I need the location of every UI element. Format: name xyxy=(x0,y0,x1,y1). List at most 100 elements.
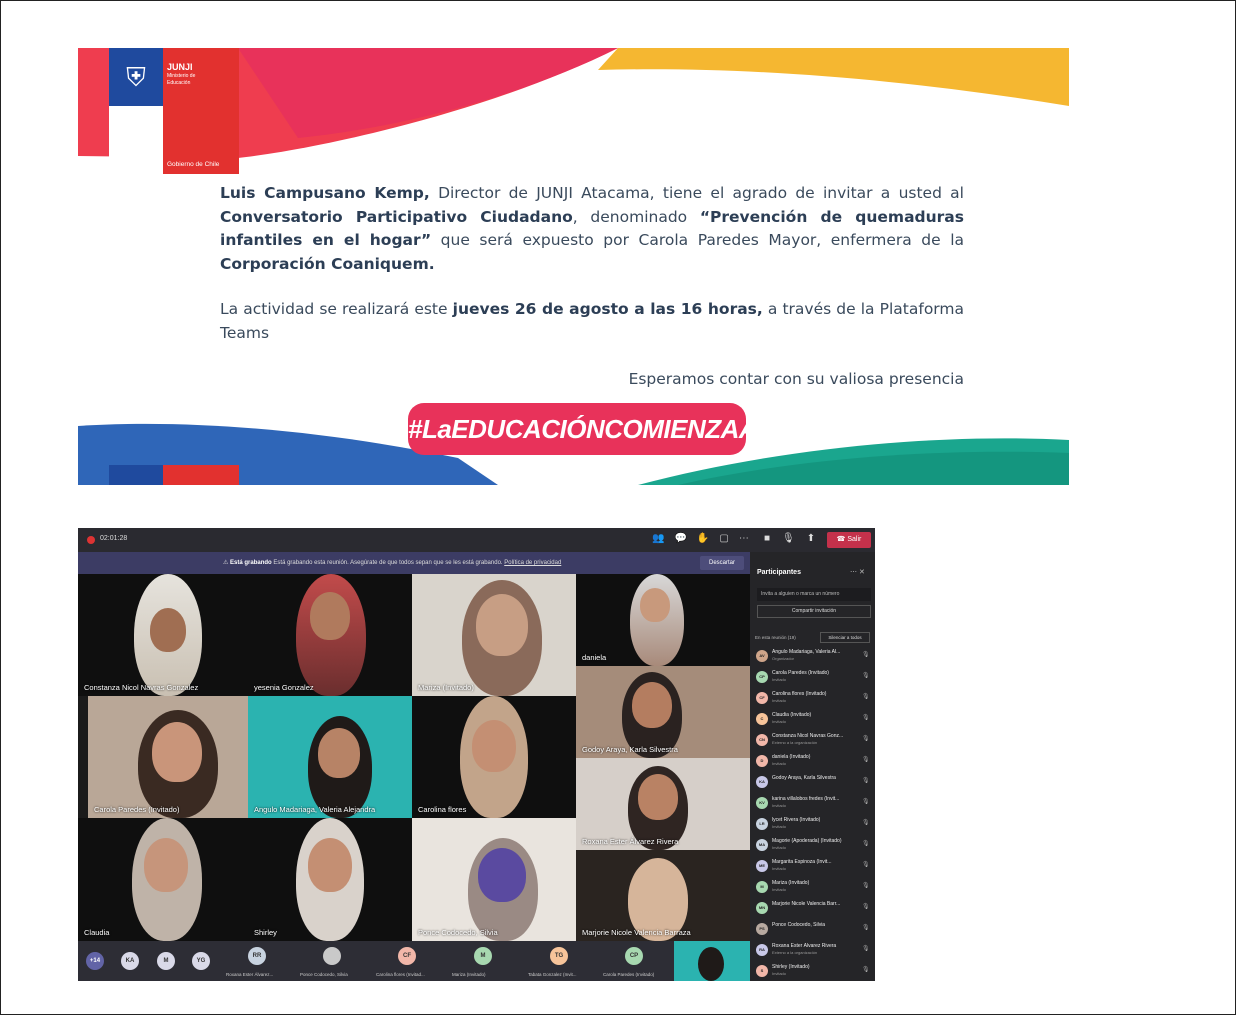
participant-name: Carola Paredes (Invitado) xyxy=(772,670,829,676)
participants-icon[interactable]: 👥 xyxy=(652,533,664,544)
participant-row[interactable]: C Claudia (Invitado) Invitado 🎙 xyxy=(756,711,872,731)
participant-avatar: MA xyxy=(756,839,768,851)
video-tile[interactable]: Carola Paredes (Invitado) xyxy=(88,696,248,818)
share-invite-button[interactable]: Compartir invitación xyxy=(757,605,871,618)
tile-name: daniela xyxy=(582,653,607,662)
participant-avatar[interactable]: CF xyxy=(398,947,416,965)
discard-button[interactable]: Descartar xyxy=(700,556,744,570)
mic-icon[interactable]: 🎙 xyxy=(862,903,870,910)
video-tile[interactable]: Claudia xyxy=(78,818,248,941)
mic-icon[interactable]: 🎙 xyxy=(862,777,870,784)
participant-row[interactable]: KV karina villalobos fredes (Invit... Invi… xyxy=(756,795,872,815)
video-tile[interactable]: Mariza (Invitado) xyxy=(412,574,576,696)
video-tile[interactable]: Carolina flores xyxy=(412,696,576,818)
logo-government: Gobierno de Chile xyxy=(167,161,220,168)
more-options-icon[interactable]: ⋯ xyxy=(739,533,749,544)
mic-icon[interactable]: 🎙 xyxy=(862,861,870,868)
video-tile[interactable]: Godoy Araya, Karla Silvestra xyxy=(576,666,750,758)
participant-role: Invitado xyxy=(772,845,787,850)
participant-row[interactable]: Ddaniela (Invitado) Invitado 🎙 xyxy=(756,753,872,773)
tile-name: Shirley xyxy=(254,928,277,937)
video-tile[interactable]: Marjorie Nicole Valencia Barraza xyxy=(576,850,750,941)
leave-button[interactable]: ☎ Salir xyxy=(827,532,871,548)
mic-icon[interactable]: 🎙 xyxy=(862,966,870,973)
participant-role: Invitado xyxy=(772,803,787,808)
participant-avatar: ME xyxy=(756,860,768,872)
in-meeting-section[interactable]: En esta reunión (19) xyxy=(755,635,796,640)
mic-icon[interactable]: 🎙 xyxy=(862,756,870,763)
participant-name: Mariza (Invitado) xyxy=(772,880,810,886)
participant-name: Shirley (Invitado) xyxy=(772,964,810,970)
tile-name: Angulo Madariaga, Valeria Alejandra xyxy=(254,805,376,814)
mic-icon[interactable]: 🎙 xyxy=(862,735,870,742)
chat-icon[interactable]: 💬 xyxy=(674,533,686,544)
tile-name: Marjorie Nicole Valencia Barraza xyxy=(582,928,691,937)
participant-row[interactable]: M Mariza (Invitado) Invitado 🎙 xyxy=(756,879,872,899)
participant-avatar[interactable]: TG xyxy=(550,947,568,965)
invite-search-input[interactable]: Invita a alguien o marca un número xyxy=(757,588,871,601)
mic-icon[interactable]: 🎙 xyxy=(782,533,795,544)
participant-name: Carolina flores (Invitado) xyxy=(772,691,827,697)
participant-avatar[interactable]: KA xyxy=(121,952,139,970)
video-tile[interactable]: Angulo Madariaga, Valeria Alejandra xyxy=(248,696,412,818)
mic-icon[interactable]: 🎙 xyxy=(862,945,870,952)
participant-avatar[interactable] xyxy=(323,947,341,965)
tile-name: Mariza (Invitado) xyxy=(418,683,474,692)
participant-avatar[interactable]: M xyxy=(157,952,175,970)
participant-avatar: LR xyxy=(756,818,768,830)
tile-name: Roxana Ester Álvarez Rivera xyxy=(582,837,679,846)
video-tile[interactable]: daniela xyxy=(576,574,750,666)
mic-icon[interactable]: 🎙 xyxy=(862,798,870,805)
participant-row[interactable]: PS Ponce Codocedo, Silvia 🎙 xyxy=(756,921,872,941)
mute-all-button[interactable]: Silenciar a todos xyxy=(820,632,870,643)
participant-row[interactable]: CP Carola Paredes (Invitado) Invitado 🎙 xyxy=(756,669,872,689)
mic-icon[interactable]: 🎙 xyxy=(862,693,870,700)
participant-role: Invitado xyxy=(772,761,787,766)
rooms-icon[interactable]: ▢ xyxy=(719,533,728,544)
mic-icon[interactable]: 🎙 xyxy=(862,840,870,847)
mic-icon[interactable]: 🎙 xyxy=(862,819,870,826)
participant-avatar: D xyxy=(756,755,768,767)
participant-row[interactable]: MA Magorie (Apoderada) (Invitado) Invitado… xyxy=(756,837,872,857)
participant-row[interactable]: CN Constanza Nicol Navras Gonz... Externo … xyxy=(756,732,872,752)
participant-avatar: PS xyxy=(756,923,768,935)
logo-subtitle: Ministerio de Educación xyxy=(167,73,196,86)
participant-row[interactable]: ME Margarita Espinoza (Invit... Invitado 🎙 xyxy=(756,858,872,878)
participant-name: lycet Rivera (Invitado) xyxy=(772,817,821,823)
mic-icon[interactable]: 🎙 xyxy=(862,882,870,889)
participant-role: Invitado xyxy=(772,887,787,892)
participant-avatar[interactable]: +14 xyxy=(86,952,104,970)
participant-row[interactable]: RA Roxana Ester Álvarez Rivera Externo a l… xyxy=(756,942,872,962)
invitation-paragraph-1: Luis Campusano Kemp, Director de JUNJI A… xyxy=(220,184,964,273)
mic-icon[interactable]: 🎙 xyxy=(862,651,870,658)
video-tile[interactable]: Constanza Nicol Navras Gonzalez xyxy=(78,574,248,696)
share-screen-icon[interactable]: ⬆ xyxy=(807,533,815,544)
self-view-tile[interactable] xyxy=(674,941,750,981)
mic-icon[interactable]: 🎙 xyxy=(862,672,870,679)
logo-title: JUNJI xyxy=(167,62,193,72)
camera-icon[interactable]: ■ xyxy=(764,533,770,544)
participant-row[interactable]: AV Angulo Madariaga, Valeria Al... Organiz… xyxy=(756,648,872,668)
participant-row[interactable]: CF Carolina flores (Invitado) Invitado 🎙 xyxy=(756,690,872,710)
mic-icon[interactable]: 🎙 xyxy=(862,714,870,721)
video-tile[interactable]: Shirley xyxy=(248,818,412,941)
mic-icon[interactable]: 🎙 xyxy=(862,924,870,931)
participant-row[interactable]: S Shirley (Invitado) Invitado 🎙 xyxy=(756,963,872,981)
participant-avatar[interactable]: CP xyxy=(625,947,643,965)
participant-avatar: KA xyxy=(756,776,768,788)
participant-row[interactable]: KA Godoy Araya, Karla Silvestra 🎙 xyxy=(756,774,872,794)
participant-avatar[interactable]: YG xyxy=(192,952,210,970)
video-tile[interactable]: Roxana Ester Álvarez Rivera xyxy=(576,758,750,850)
privacy-link[interactable]: Política de privacidad xyxy=(504,560,561,566)
participant-row[interactable]: LR lycet Rivera (Invitado) Invitado 🎙 xyxy=(756,816,872,836)
participant-avatar[interactable]: RR xyxy=(248,947,266,965)
invitation-closing: Esperamos contar con su valiosa presenci… xyxy=(628,370,964,388)
participant-role: Invitado xyxy=(772,866,787,871)
close-icon[interactable]: ⋯ ✕ xyxy=(850,568,865,576)
participant-avatar[interactable]: M xyxy=(474,947,492,965)
participant-row[interactable]: MN Marjorie Nicole Valencia Barr... 🎙 xyxy=(756,900,872,920)
video-tile[interactable]: Ponce Codocedo, Silvia xyxy=(412,818,576,941)
video-tile[interactable]: yesenia Gonzalez xyxy=(248,574,412,696)
participant-name: Roxana Ester Álvarez Rivera xyxy=(772,943,837,949)
reactions-icon[interactable]: ✋ xyxy=(697,533,709,544)
